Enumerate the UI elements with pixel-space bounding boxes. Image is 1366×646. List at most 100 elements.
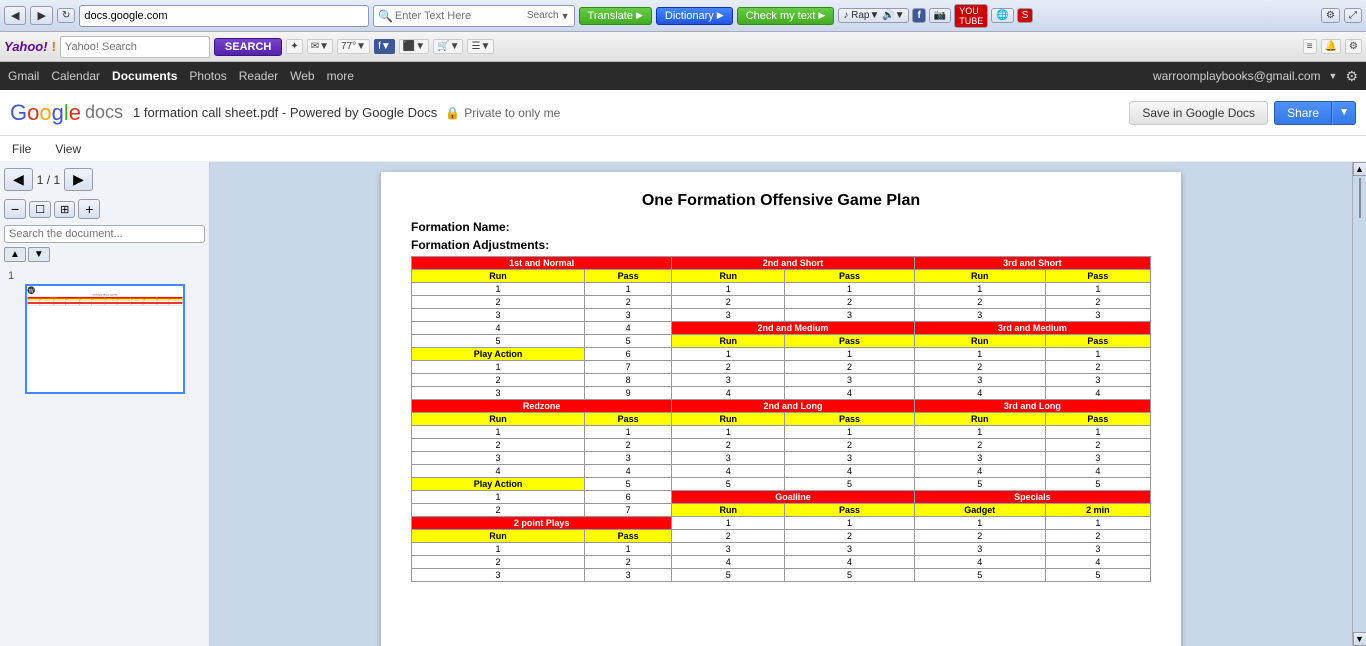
- table-row: 11 33 33: [412, 543, 1151, 556]
- settings-icon-box[interactable]: ⚙: [1321, 8, 1340, 23]
- gdocs-file-info: 1 formation call sheet.pdf - Powered by …: [133, 105, 1119, 120]
- gdocs-logo: Google docs: [10, 100, 123, 126]
- table-row: 22 22 22: [412, 296, 1151, 309]
- yahoo-icon-temp[interactable]: 77°▼: [337, 39, 370, 54]
- thumbnail-area: 1 W One Formation Offensive Game Plan 1s…: [4, 266, 205, 642]
- logo-g2: g: [52, 100, 64, 125]
- nav-calendar[interactable]: Calendar: [51, 69, 100, 83]
- save-google-docs-button[interactable]: Save in Google Docs: [1129, 101, 1268, 125]
- header-2nd-long: 2nd and Long: [672, 400, 914, 413]
- toolbar-icons: ♪ Rap▼ 🔊▼ f 📷 YOUTUBE 🌐 S: [838, 4, 1033, 28]
- search-label: Search: [527, 10, 559, 21]
- right-scrollbar: ▲ ▼: [1352, 162, 1366, 646]
- yahoo-icon-7[interactable]: ☰▼: [467, 39, 494, 54]
- run-header-2: Run: [672, 270, 785, 283]
- checktext-arrow-icon: ▶: [818, 10, 825, 21]
- table-row: 22 44 44: [412, 556, 1151, 569]
- yahoo-search-input[interactable]: [65, 41, 205, 53]
- page-num-label: 1: [8, 270, 14, 282]
- zoom-controls: − ☐ ⊞ +: [4, 197, 205, 221]
- yahoo-bell-icon[interactable]: 🔔: [1321, 39, 1341, 54]
- logo-o1: o: [27, 100, 39, 125]
- menu-file[interactable]: File: [8, 140, 35, 158]
- user-dropdown-icon[interactable]: ▼: [1329, 71, 1338, 81]
- menubar: File View: [0, 136, 1366, 162]
- music-icon-box[interactable]: ♪ Rap▼ 🔊▼: [838, 8, 909, 23]
- yahoo-icon-mail[interactable]: ✉▼: [307, 39, 333, 54]
- search-dropdown-icon[interactable]: ▼: [561, 11, 570, 21]
- search-arrows: ▲ ▼: [4, 247, 205, 262]
- yahoo-icon-1[interactable]: ✦: [286, 39, 302, 54]
- forward-button[interactable]: ▶: [30, 6, 52, 25]
- zoom-out-button[interactable]: −: [4, 199, 26, 219]
- table-row: 22 22 22: [412, 439, 1151, 452]
- prev-page-button[interactable]: ◀: [4, 168, 33, 191]
- header-2nd-medium: 2nd and Medium: [672, 322, 914, 335]
- settings-gear-icon[interactable]: ⚙: [1345, 68, 1358, 85]
- menu-view[interactable]: View: [51, 140, 85, 158]
- doc-title: One Formation Offensive Game Plan: [411, 192, 1151, 210]
- share-dropdown-button[interactable]: ▼: [1332, 101, 1356, 125]
- social-icon-box2[interactable]: 📷: [929, 8, 951, 23]
- nav-more[interactable]: more: [327, 69, 354, 83]
- zoom-in-button[interactable]: +: [78, 199, 100, 219]
- game-plan-table: 1st and Normal 2nd and Short 3rd and Sho…: [411, 256, 1151, 582]
- privacy-text: Private to only me: [464, 106, 560, 120]
- nav-gmail[interactable]: Gmail: [8, 69, 39, 83]
- globe-icon-box[interactable]: 🌐: [991, 8, 1013, 23]
- share-button[interactable]: Share: [1274, 101, 1332, 125]
- facebook-icon-box[interactable]: f: [912, 8, 925, 23]
- refresh-button[interactable]: ↻: [57, 8, 75, 23]
- nav-web[interactable]: Web: [290, 69, 314, 83]
- google-nav-left: Gmail Calendar Documents Photos Reader W…: [8, 69, 354, 83]
- dictionary-arrow-icon: ▶: [717, 10, 724, 21]
- share-button-group: Share ▼: [1274, 101, 1356, 125]
- youtube-icon-box[interactable]: YOUTUBE: [954, 4, 988, 28]
- yahoo-search-button[interactable]: SEARCH: [214, 38, 282, 56]
- table-row: 39 44 44: [412, 387, 1151, 400]
- search-input[interactable]: [395, 10, 525, 22]
- next-page-button[interactable]: ▶: [64, 168, 93, 191]
- yahoo-icon-shop[interactable]: 🛒▼: [433, 39, 463, 54]
- nav-documents[interactable]: Documents: [112, 69, 177, 83]
- scroll-up-button[interactable]: ▲: [1353, 162, 1366, 176]
- search-doc-input[interactable]: [4, 225, 205, 243]
- header-3rd-long: 3rd and Long: [914, 400, 1150, 413]
- run-header-5: Run: [914, 335, 1045, 348]
- address-bar[interactable]: [79, 5, 369, 27]
- yahoo-icon-fb[interactable]: f▼: [374, 39, 395, 54]
- nav-photos[interactable]: Photos: [189, 69, 226, 83]
- scroll-down-button[interactable]: ▼: [1353, 632, 1366, 646]
- play-action-label-2: Play Action: [412, 478, 585, 491]
- pass-header-2: Pass: [785, 270, 914, 283]
- search-next-button[interactable]: ▼: [28, 247, 50, 262]
- run-header-1: Run: [412, 270, 585, 283]
- nav-reader[interactable]: Reader: [239, 69, 278, 83]
- grid-view-button[interactable]: ⊞: [54, 201, 75, 218]
- doc-area: ◀ 1 / 1 ▶ − ☐ ⊞ + ▲ ▼ 1 W One Formation …: [0, 162, 1366, 646]
- doc-page: One Formation Offensive Game Plan Format…: [381, 172, 1181, 646]
- table-row: Play Action 6 11 11: [412, 348, 1151, 361]
- yahoo-toolbar-customize[interactable]: ≡: [1303, 39, 1317, 54]
- yahoo-search-box: [60, 36, 210, 58]
- search-prev-button[interactable]: ▲: [4, 247, 26, 262]
- yahoo-logo: Yahoo!: [4, 39, 48, 54]
- checktext-button[interactable]: Check my text ▶: [737, 7, 835, 25]
- social-icon-box3[interactable]: S: [1017, 8, 1034, 23]
- resize-icon-box[interactable]: ⤢: [1344, 8, 1362, 23]
- yahoo-icon-5[interactable]: ⬛▼: [399, 39, 429, 54]
- yahoo-settings-icon[interactable]: ⚙: [1345, 39, 1362, 54]
- google-nav-right: warroomplaybooks@gmail.com ▼ ⚙: [1153, 68, 1358, 85]
- user-email[interactable]: warroomplaybooks@gmail.com: [1153, 69, 1321, 83]
- main-content[interactable]: One Formation Offensive Game Plan Format…: [210, 162, 1352, 646]
- translate-button[interactable]: Translate ▶: [579, 7, 652, 25]
- page-thumbnail[interactable]: W One Formation Offensive Game Plan 1st …: [25, 284, 185, 394]
- gdocs-filename: 1 formation call sheet.pdf - Powered by …: [133, 105, 437, 120]
- scroll-thumb[interactable]: [1359, 178, 1361, 218]
- header-2nd-short: 2nd and Short: [672, 257, 914, 270]
- single-page-button[interactable]: ☐: [29, 201, 51, 218]
- table-row: 33 33 33: [412, 452, 1151, 465]
- translate-arrow-icon: ▶: [636, 10, 643, 21]
- dictionary-button[interactable]: Dictionary ▶: [656, 7, 733, 25]
- back-button[interactable]: ◀: [4, 6, 26, 25]
